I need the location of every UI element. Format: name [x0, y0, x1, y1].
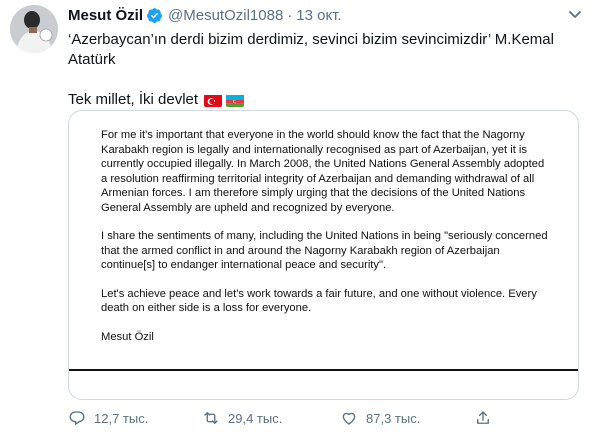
separator-dot: ·	[287, 7, 293, 24]
author-name[interactable]: Mesut Özil	[68, 7, 143, 24]
tweet-text: ‘Azerbaycan’ın derdi bizim derdimiz, sev…	[68, 30, 568, 110]
tweet-timestamp[interactable]: 13 окт.	[296, 7, 341, 24]
author-handle[interactable]: @MesutOzil1088	[168, 7, 283, 24]
turkey-flag-icon	[204, 94, 223, 107]
tweet-actions: 12,7 тыс. 29,4 тыс. 87,3 тыс.	[68, 404, 489, 432]
share-icon	[477, 411, 489, 424]
verified-badge-icon	[146, 7, 163, 24]
statement-paragraph-3: Let's achieve peace and let's work towar…	[101, 287, 537, 315]
reply-count: 12,7 тыс.	[94, 410, 149, 426]
statement-paragraph-1: For me it's important that everyone in t…	[101, 129, 545, 214]
azerbaijan-flag-icon	[226, 94, 245, 107]
statement-document: For me it's important that everyone in t…	[101, 128, 553, 358]
attached-statement-image[interactable]: For me it's important that everyone in t…	[68, 110, 579, 400]
tweet-text-line-2: Tek millet, İki devlet	[68, 90, 568, 110]
heart-icon	[342, 412, 356, 425]
tweet: Mesut Özil @MesutOzil1088 · 13 окт. ‘Aze…	[0, 0, 599, 442]
retweet-button[interactable]: 29,4 тыс.	[202, 404, 282, 432]
tweet-text-line-2-label: Tek millet, İki devlet	[68, 91, 199, 108]
document-divider	[69, 369, 578, 371]
share-button[interactable]	[474, 404, 500, 432]
retweet-icon	[204, 412, 218, 424]
retweet-count: 29,4 тыс.	[228, 410, 283, 426]
reply-button[interactable]: 12,7 тыс.	[68, 404, 148, 432]
more-options-icon[interactable]	[563, 4, 587, 26]
avatar[interactable]	[10, 5, 58, 53]
reply-icon	[69, 411, 85, 426]
tweet-header: Mesut Özil @MesutOzil1088 · 13 окт.	[68, 7, 342, 24]
like-count: 87,3 тыс.	[366, 410, 421, 426]
statement-paragraph-2: I share the sentiments of many, includin…	[101, 230, 548, 271]
avatar-image	[10, 5, 58, 53]
tweet-text-line-1: ‘Azerbaycan’ın derdi bizim derdimiz, sev…	[68, 31, 554, 68]
like-button[interactable]: 87,3 тыс.	[340, 404, 420, 432]
statement-signature: Mesut Özil	[101, 330, 154, 343]
